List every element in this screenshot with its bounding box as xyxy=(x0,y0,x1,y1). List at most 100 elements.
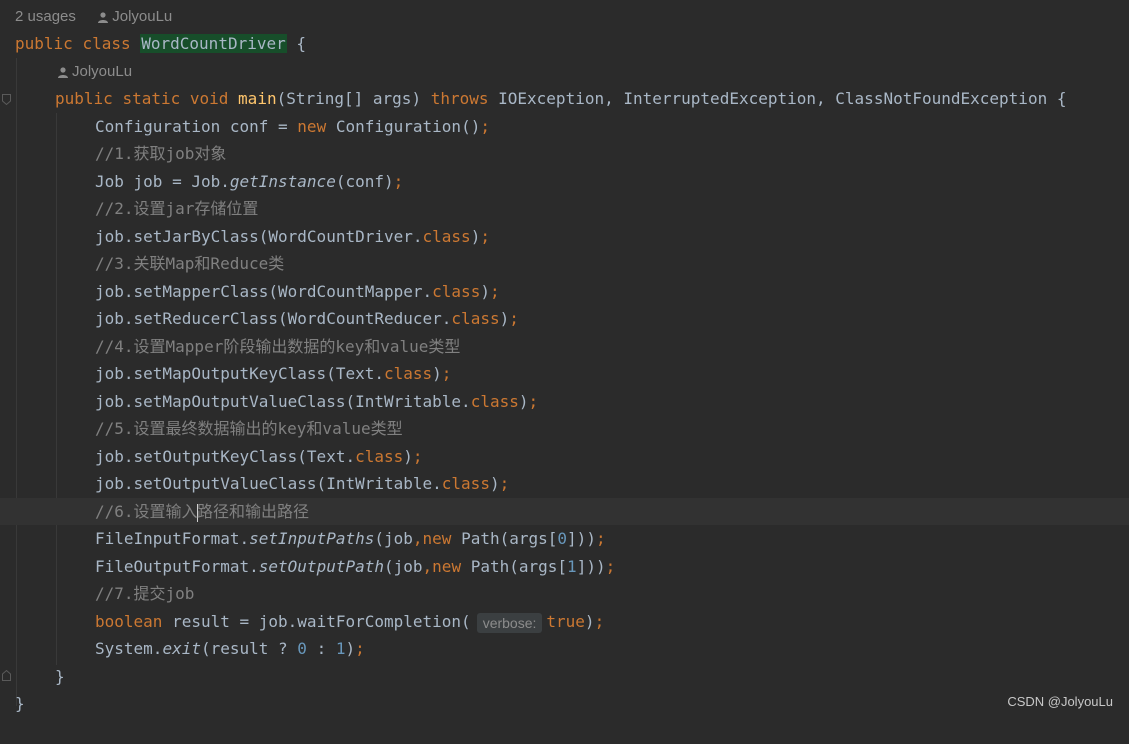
code-line[interactable]: Configuration conf = new Configuration()… xyxy=(0,113,1129,140)
code-text: Path(args[ xyxy=(451,529,558,548)
number-literal: 1 xyxy=(567,557,577,576)
author-name[interactable]: JolyouLu xyxy=(72,63,132,80)
code-text: ) xyxy=(518,392,529,411)
user-icon xyxy=(58,66,68,78)
code-text: ) xyxy=(345,639,356,658)
code-line-main-decl[interactable]: public static void main(String[] args) t… xyxy=(0,85,1129,112)
code-text: Configuration conf = xyxy=(95,117,298,136)
comment-line[interactable]: //4.设置Mapper阶段输出数据的key和value类型 xyxy=(0,333,1129,360)
comment: 路径和输出路径 xyxy=(197,502,310,521)
keyword: boolean xyxy=(95,612,163,631)
keyword: public xyxy=(55,89,113,108)
keyword: class xyxy=(451,309,500,328)
code-text: Path(args[ xyxy=(461,557,568,576)
code-text: FileOutputFormat. xyxy=(95,557,259,576)
number-literal: 0 xyxy=(297,639,307,658)
code-line[interactable]: FileInputFormat.setInputPaths(job,new Pa… xyxy=(0,525,1129,552)
code-line[interactable]: job.setOutputKeyClass(Text.class); xyxy=(0,443,1129,470)
keyword: void xyxy=(189,89,229,108)
keyword: class xyxy=(422,227,471,246)
code-text: (job xyxy=(384,557,423,576)
keyword: class xyxy=(441,474,490,493)
code-line[interactable]: Job job = Job.getInstance(conf); xyxy=(0,168,1129,195)
comment-line[interactable]: //5.设置最终数据输出的key和value类型 xyxy=(0,415,1129,442)
code-line[interactable]: System.exit(result ? 0 : 1); xyxy=(0,635,1129,662)
comment-line[interactable]: //2.设置jar存储位置 xyxy=(0,195,1129,222)
static-method: getInstance xyxy=(229,172,336,191)
class-usage-hint[interactable]: 2 usages JolyouLu xyxy=(15,5,172,29)
comment-line[interactable]: //3.关联Map和Reduce类 xyxy=(0,250,1129,277)
code-text: job.setJarByClass(WordCountDriver. xyxy=(95,227,423,246)
semicolon: ; xyxy=(499,474,510,493)
code-text: job.setMapperClass(WordCountMapper. xyxy=(95,282,433,301)
code-line[interactable]: job.setJarByClass(WordCountDriver.class)… xyxy=(0,223,1129,250)
watermark: CSDN @JolyouLu xyxy=(1007,694,1113,709)
keyword: class xyxy=(355,447,404,466)
keyword: throws xyxy=(430,89,489,108)
semicolon: ; xyxy=(355,639,365,658)
keyword: class xyxy=(82,34,131,53)
code-text: job.setMapOutputKeyClass(Text. xyxy=(95,364,384,383)
code-text: (String[] args) xyxy=(276,89,431,108)
comma: , xyxy=(412,529,423,548)
code-line-class-decl[interactable]: public class WordCountDriver { xyxy=(0,30,1129,57)
author-name[interactable]: JolyouLu xyxy=(112,8,172,25)
code-line[interactable]: FileOutputFormat.setOutputPath(job,new P… xyxy=(0,553,1129,580)
code-text: (job xyxy=(374,529,413,548)
code-text: ) xyxy=(480,282,490,301)
code-text: job.setReducerClass(WordCountReducer. xyxy=(95,309,452,328)
code-text: job.setMapOutputValueClass(IntWritable. xyxy=(95,392,471,411)
code-line[interactable]: job.setMapOutputKeyClass(Text.class); xyxy=(0,360,1129,387)
code-line[interactable]: job.setMapperClass(WordCountMapper.class… xyxy=(0,278,1129,305)
code-line-current[interactable]: //6.设置输入路径和输出路径 xyxy=(0,498,1129,525)
comma: , xyxy=(422,557,433,576)
code-line[interactable]: job.setMapOutputValueClass(IntWritable.c… xyxy=(0,388,1129,415)
code-text: ])) xyxy=(576,557,606,576)
user-icon xyxy=(98,11,109,23)
method-name[interactable]: main xyxy=(238,89,277,108)
keyword: new xyxy=(297,117,327,136)
comment-line[interactable]: //1.获取job对象 xyxy=(0,140,1129,167)
semicolon: ; xyxy=(480,227,490,246)
method-author-hint[interactable]: JolyouLu xyxy=(58,60,132,84)
keyword: class xyxy=(432,282,481,301)
code-text: result = job.waitForCompletion( xyxy=(162,612,471,631)
closing-brace: } xyxy=(55,667,65,686)
code-text: IOException, InterruptedException, Class… xyxy=(488,89,1067,108)
class-name[interactable]: WordCountDriver xyxy=(140,34,287,53)
keyword: class xyxy=(383,364,433,383)
semicolon: ; xyxy=(509,309,519,328)
code-line[interactable]: job.setOutputValueClass(IntWritable.clas… xyxy=(0,470,1129,497)
semicolon: ; xyxy=(489,282,500,301)
code-text: : xyxy=(306,639,336,658)
comment: //1.获取job对象 xyxy=(95,144,227,163)
comment: //5.设置最终数据输出的key和value类型 xyxy=(95,419,403,438)
boolean-literal: true xyxy=(546,612,585,631)
code-text: ) xyxy=(403,447,413,466)
comment: //3.关联Map和Reduce类 xyxy=(95,254,285,273)
code-text: (conf) xyxy=(335,172,394,191)
code-line-close-method[interactable]: } xyxy=(0,663,1129,690)
comment-line[interactable]: //7.提交job xyxy=(0,580,1129,607)
code-text: ) xyxy=(499,309,510,328)
code-text: FileInputFormat. xyxy=(95,529,250,548)
semicolon: ; xyxy=(393,172,404,191)
keyword: public xyxy=(15,34,73,53)
code-text: (result ? xyxy=(200,639,298,658)
comment: //6.设置输入 xyxy=(95,502,198,521)
code-line-close-class[interactable]: } xyxy=(0,690,1129,717)
code-line[interactable]: job.setReducerClass(WordCountReducer.cla… xyxy=(0,305,1129,332)
code-text: ])) xyxy=(567,529,596,548)
keyword: new xyxy=(422,529,452,548)
comment: //4.设置Mapper阶段输出数据的key和value类型 xyxy=(95,337,461,356)
code-text: ) xyxy=(584,612,595,631)
comment: //2.设置jar存储位置 xyxy=(95,199,259,218)
code-line[interactable]: boolean result = job.waitForCompletion(v… xyxy=(0,608,1129,635)
semicolon: ; xyxy=(528,392,539,411)
code-text: System. xyxy=(95,639,163,658)
semicolon: ; xyxy=(480,117,490,136)
usages-count[interactable]: 2 usages xyxy=(15,8,76,25)
code-text: ) xyxy=(432,364,442,383)
semicolon: ; xyxy=(594,612,605,631)
comment: //7.提交job xyxy=(95,584,195,603)
